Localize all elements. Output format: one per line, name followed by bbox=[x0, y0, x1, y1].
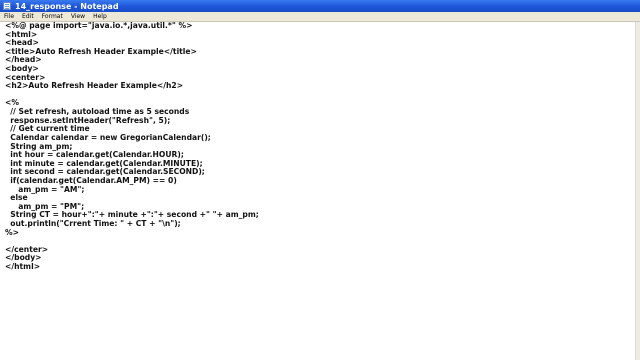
editor-line: </head> bbox=[5, 55, 42, 65]
editor-line: out.println("Crrent Time: " + CT + "\n")… bbox=[5, 219, 181, 229]
title-bar[interactable]: 14_response - Notepad bbox=[0, 0, 640, 12]
menu-format[interactable]: Format bbox=[38, 12, 67, 21]
vertical-scrollbar[interactable] bbox=[635, 22, 640, 360]
editor-line: </center> bbox=[5, 244, 49, 254]
editor-content[interactable]: <%@ page import="java.io.*,java.util.*" … bbox=[5, 21, 259, 272]
editor-line: <h2>Auto Refresh Header Example</h2> bbox=[5, 81, 184, 91]
editor-line: <%@ page import="java.io.*,java.util.*" … bbox=[5, 21, 193, 30]
editor-line: </body> bbox=[5, 253, 42, 263]
editor-line: %> bbox=[5, 227, 19, 237]
editor-line: </html> bbox=[5, 262, 41, 272]
menu-help[interactable]: Help bbox=[89, 12, 111, 21]
editor-line: <html> bbox=[5, 29, 38, 39]
notepad-icon bbox=[3, 2, 11, 10]
window-title: 14_response - Notepad bbox=[15, 1, 119, 11]
menu-view[interactable]: View bbox=[67, 12, 89, 21]
editor-line: am_pm = "AM"; bbox=[5, 184, 85, 194]
menu-file[interactable]: File bbox=[0, 12, 18, 21]
menu-edit[interactable]: Edit bbox=[18, 12, 38, 21]
text-editor-area[interactable]: <%@ page import="java.io.*,java.util.*" … bbox=[0, 21, 636, 360]
editor-line: <title>Auto Refresh Header Example</titl… bbox=[5, 46, 197, 56]
